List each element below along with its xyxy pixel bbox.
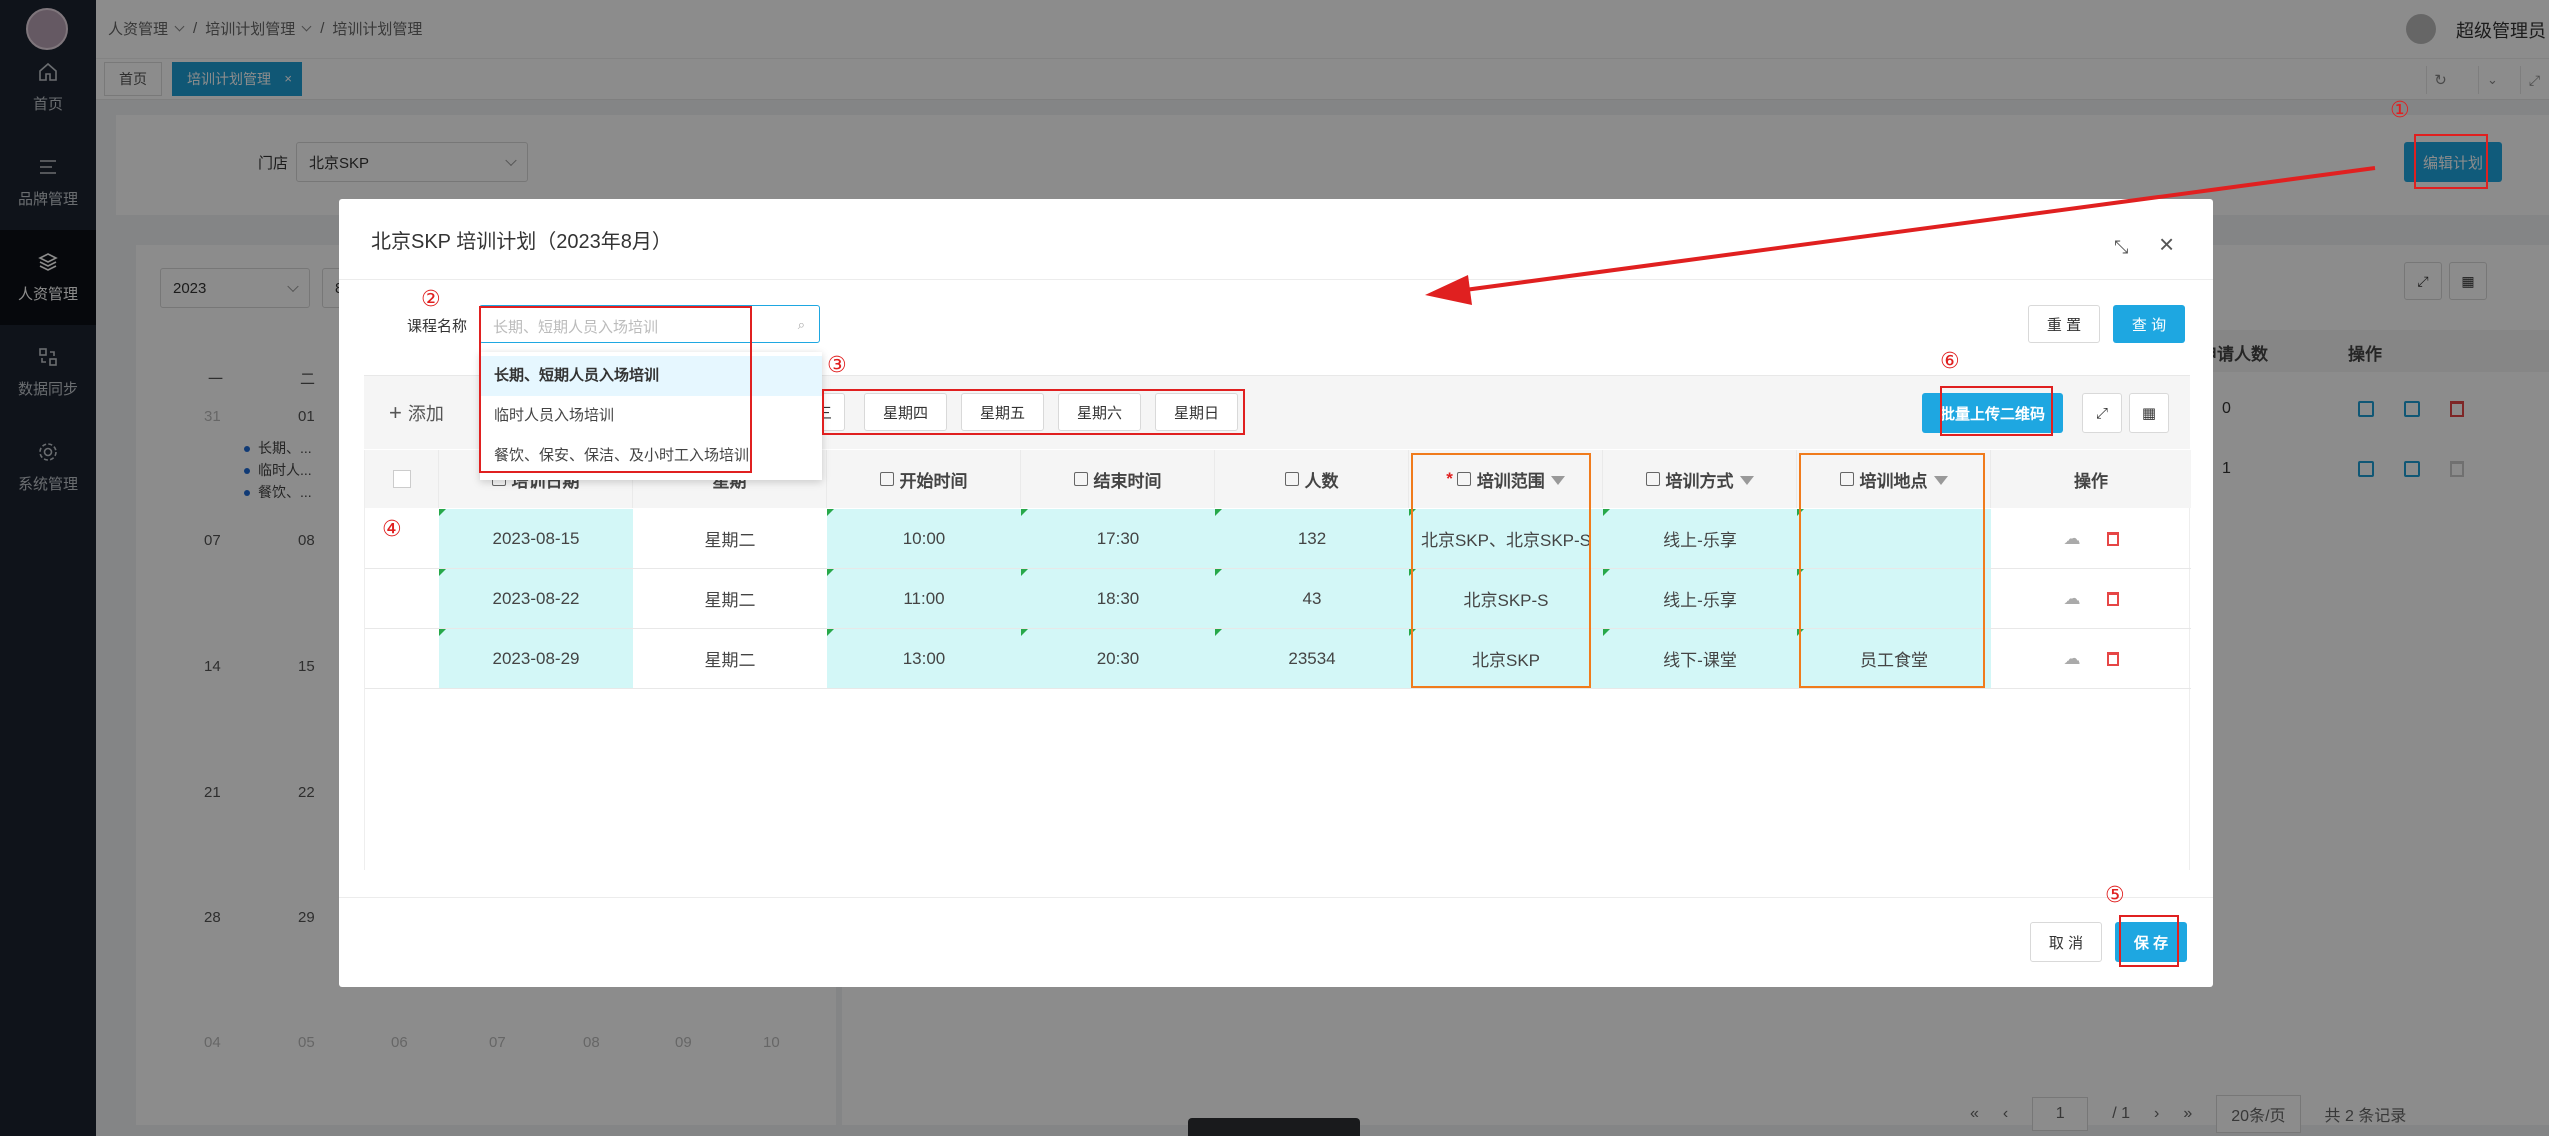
annotation-arrow (1425, 166, 2376, 305)
